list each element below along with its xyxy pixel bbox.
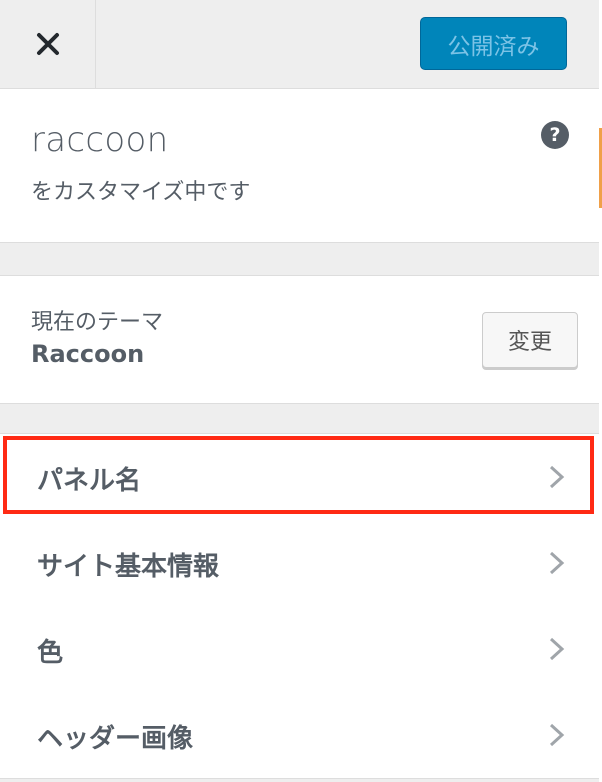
panel-item-colors[interactable]: 色 [0, 606, 599, 693]
panel-item-header-image[interactable]: ヘッダー画像 [0, 692, 599, 779]
customizing-text: をカスタマイズ中です [31, 180, 251, 205]
panel-label: サイト基本情報 [37, 552, 220, 582]
help-icon[interactable]: ? [541, 121, 569, 149]
customizer-header: 公開済み [0, 0, 599, 89]
customizer-info [0, 89, 599, 243]
panel-item-site-identity[interactable]: サイト基本情報 [0, 520, 599, 607]
customizer-sidebar: 公開済み raccoon をカスタマイズ中です ? 現在のテーマ Raccoon… [0, 0, 602, 782]
chevron-right-icon [549, 723, 565, 747]
current-theme-label: 現在のテーマ [31, 310, 164, 335]
chevron-right-icon [549, 637, 565, 661]
panel-label: パネル名 [37, 466, 142, 496]
chevron-right-icon [549, 465, 565, 489]
panel-label: 色 [37, 638, 64, 668]
site-title: raccoon [31, 120, 169, 160]
close-icon [36, 33, 59, 55]
current-theme-name: Raccoon [31, 340, 145, 368]
chevron-right-icon [549, 551, 565, 575]
panel-label: ヘッダー画像 [37, 724, 194, 754]
change-theme-button[interactable]: 変更 [482, 312, 578, 368]
panel-item-panel-name[interactable]: パネル名 [0, 433, 599, 521]
publish-button[interactable]: 公開済み [420, 17, 567, 70]
close-button[interactable] [0, 0, 96, 88]
